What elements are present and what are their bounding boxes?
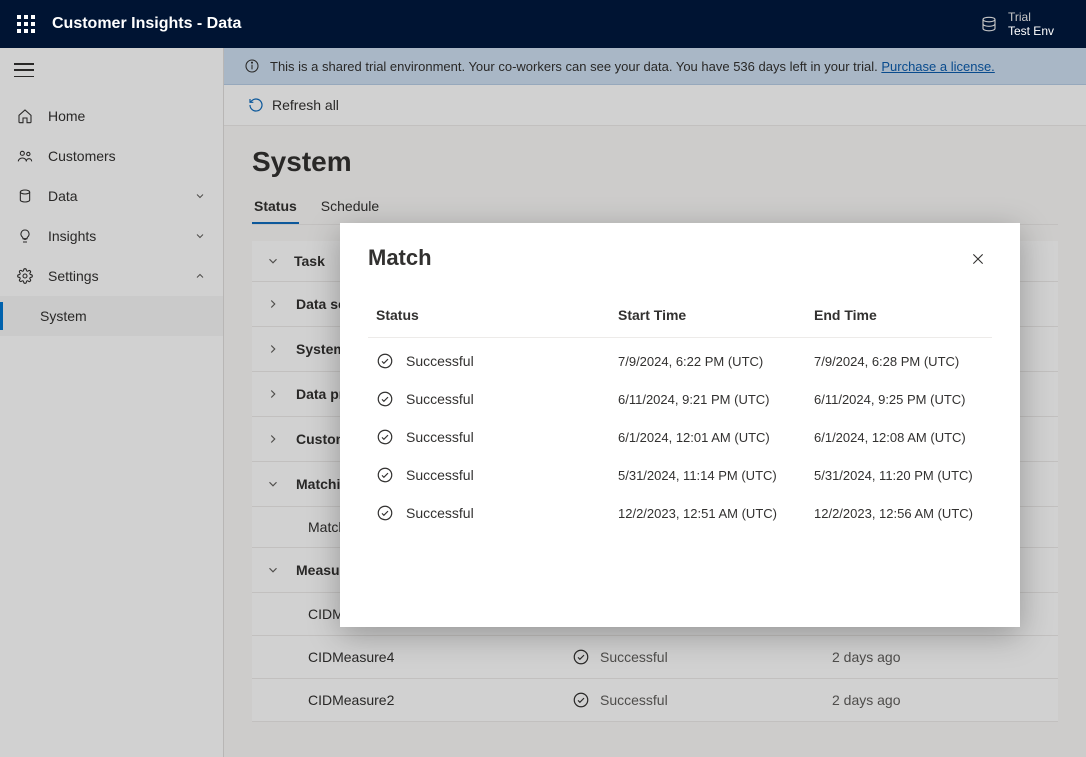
match-dialog: Match Status Start Time End Time Success… bbox=[340, 223, 1020, 627]
environment-icon bbox=[980, 15, 998, 33]
end-time: 7/9/2024, 6:28 PM (UTC) bbox=[814, 354, 984, 369]
environment-picker[interactable]: Trial Test Env bbox=[980, 10, 1054, 39]
status-text: Successful bbox=[406, 505, 474, 521]
app-launcher-button[interactable] bbox=[12, 10, 40, 38]
start-time: 12/2/2023, 12:51 AM (UTC) bbox=[618, 506, 814, 521]
col-status: Status bbox=[376, 307, 618, 323]
dialog-table-row: Successful 5/31/2024, 11:14 PM (UTC)5/31/… bbox=[368, 456, 992, 494]
end-time: 5/31/2024, 11:20 PM (UTC) bbox=[814, 468, 984, 483]
status-text: Successful bbox=[406, 429, 474, 445]
col-start-time: Start Time bbox=[618, 307, 814, 323]
status-text: Successful bbox=[406, 467, 474, 483]
dialog-table-row: Successful 12/2/2023, 12:51 AM (UTC)12/2/… bbox=[368, 494, 992, 532]
dialog-close-button[interactable] bbox=[964, 245, 992, 273]
check-icon bbox=[376, 390, 394, 408]
start-time: 6/1/2024, 12:01 AM (UTC) bbox=[618, 430, 814, 445]
col-end-time: End Time bbox=[814, 307, 984, 323]
dialog-table-header: Status Start Time End Time bbox=[368, 307, 992, 338]
dialog-table-row: Successful 6/1/2024, 12:01 AM (UTC)6/1/20… bbox=[368, 418, 992, 456]
status-text: Successful bbox=[406, 391, 474, 407]
status-text: Successful bbox=[406, 353, 474, 369]
dialog-table-row: Successful 6/11/2024, 9:21 PM (UTC)6/11/2… bbox=[368, 380, 992, 418]
end-time: 6/1/2024, 12:08 AM (UTC) bbox=[814, 430, 984, 445]
check-icon bbox=[376, 428, 394, 446]
dialog-title: Match bbox=[368, 245, 432, 271]
close-icon bbox=[970, 251, 986, 267]
app-header: Customer Insights - Data Trial Test Env bbox=[0, 0, 1086, 48]
dialog-table-row: Successful 7/9/2024, 6:22 PM (UTC)7/9/202… bbox=[368, 342, 992, 380]
start-time: 6/11/2024, 9:21 PM (UTC) bbox=[618, 392, 814, 407]
check-icon bbox=[376, 504, 394, 522]
check-icon bbox=[376, 466, 394, 484]
waffle-icon bbox=[17, 15, 35, 33]
env-name: Test Env bbox=[1008, 24, 1054, 38]
env-label: Trial bbox=[1008, 10, 1054, 24]
end-time: 6/11/2024, 9:25 PM (UTC) bbox=[814, 392, 984, 407]
check-icon bbox=[376, 352, 394, 370]
end-time: 12/2/2023, 12:56 AM (UTC) bbox=[814, 506, 984, 521]
start-time: 7/9/2024, 6:22 PM (UTC) bbox=[618, 354, 814, 369]
dialog-table-body: Successful 7/9/2024, 6:22 PM (UTC)7/9/202… bbox=[368, 338, 992, 532]
start-time: 5/31/2024, 11:14 PM (UTC) bbox=[618, 468, 814, 483]
app-title: Customer Insights - Data bbox=[52, 15, 241, 33]
